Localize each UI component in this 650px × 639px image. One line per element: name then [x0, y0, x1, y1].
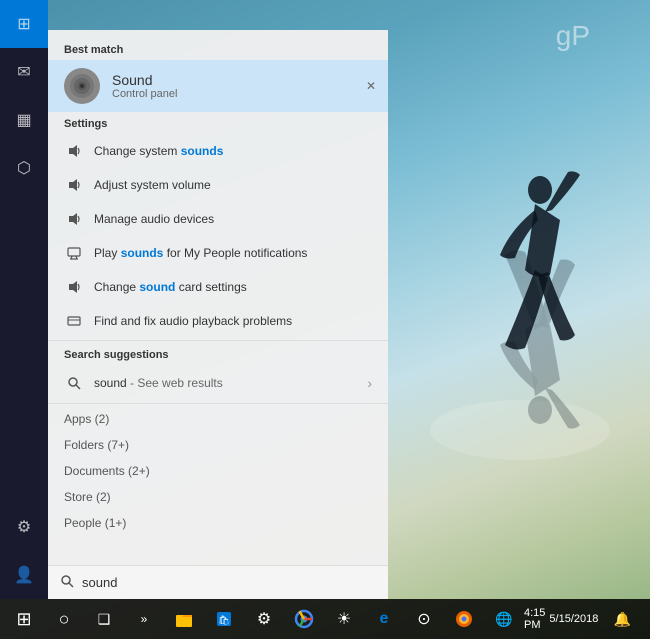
sidebar-settings[interactable]: ⚙ [0, 503, 48, 551]
taskbar-store[interactable]: 🛍 [204, 599, 244, 639]
menu-content: Best match Sound Control panel ✕ [48, 30, 388, 599]
category-people[interactable]: People (1+) [48, 510, 388, 536]
notification-button[interactable]: 🔔 [602, 599, 642, 639]
system-tray-date: 5/15/2018 [549, 613, 598, 625]
best-match-subtitle: Control panel [112, 88, 177, 100]
item-text-5: Change sound card settings [94, 280, 372, 294]
taskbar-media[interactable]: ⊙ [404, 599, 444, 639]
monitor-icon [64, 243, 84, 263]
category-store[interactable]: Store (2) [48, 484, 388, 510]
taskbar: ⊞ ○ ❑ » 🛍 ⚙ ☀ e ⊙ [0, 599, 650, 639]
taskbar-edge[interactable]: e [364, 599, 404, 639]
speaker-icon-2 [64, 175, 84, 195]
search-suggestions-header: Search suggestions [48, 343, 388, 365]
search-icon [60, 574, 74, 591]
category-folders[interactable]: Folders (7+) [48, 432, 388, 458]
runner-silhouette [420, 80, 620, 530]
taskbar-separator: » [124, 599, 164, 639]
menu-item-volume[interactable]: Adjust system volume [48, 168, 388, 202]
speaker-icon-4 [64, 277, 84, 297]
item-text-3: Manage audio devices [94, 212, 372, 226]
menu-item-sound-card[interactable]: Change sound card settings [48, 270, 388, 304]
search-box [48, 565, 388, 599]
suggestion-web: - See web results [127, 376, 223, 390]
sidebar-people[interactable]: 👤 [0, 551, 48, 599]
item-text-2: Adjust system volume [94, 178, 372, 192]
taskbar-firefox[interactable] [444, 599, 484, 639]
system-tray-time: 4:15 PM [524, 607, 545, 631]
taskbar-brightness[interactable]: ☀ [324, 599, 364, 639]
menu-scroll[interactable]: Best match Sound Control panel ✕ [48, 30, 388, 565]
taskbar-network[interactable]: 🌐 [484, 599, 524, 639]
watermark: gP [556, 20, 590, 52]
sidebar: ⊞ ✉ ▦ ⬡ ⚙ 👤 [0, 0, 48, 599]
speaker-icon-1 [64, 141, 84, 161]
taskbar-chrome[interactable] [284, 599, 324, 639]
divider-2 [48, 403, 388, 404]
menu-item-audio-devices[interactable]: Manage audio devices [48, 202, 388, 236]
category-apps[interactable]: Apps (2) [48, 406, 388, 432]
suggestion-arrow-icon: › [367, 375, 372, 391]
speaker-icon-3 [64, 209, 84, 229]
search-icon-sm [64, 373, 84, 393]
sidebar-calendar[interactable]: ▦ [0, 96, 48, 144]
item-text-4: Play sounds for My People notifications [94, 246, 372, 260]
menu-item-change-sounds[interactable]: Change system sounds [48, 134, 388, 168]
suggestion-query: sound [94, 376, 127, 390]
sidebar-start[interactable]: ⊞ [0, 0, 48, 48]
sound-icon-large [64, 68, 100, 104]
best-match-item[interactable]: Sound Control panel ✕ [48, 60, 388, 112]
item-text-1: Change system sounds [94, 144, 372, 158]
menu-item-fix-audio[interactable]: Find and fix audio playback problems [48, 304, 388, 338]
best-match-header: Best match [48, 38, 388, 60]
sidebar-store[interactable]: ⬡ [0, 144, 48, 192]
suggestion-text: sound - See web results [94, 376, 367, 390]
suggestion-item[interactable]: sound - See web results › [48, 365, 388, 401]
settings-header: Settings [48, 112, 388, 134]
menu-item-my-people[interactable]: Play sounds for My People notifications [48, 236, 388, 270]
taskbar-settings[interactable]: ⚙ [244, 599, 284, 639]
search-input[interactable] [82, 575, 376, 590]
taskbar-taskview[interactable]: ❑ [84, 599, 124, 639]
taskbar-start[interactable]: ⊞ [4, 599, 44, 639]
wrench-icon [64, 311, 84, 331]
divider-1 [48, 340, 388, 341]
taskbar-explorer[interactable] [164, 599, 204, 639]
best-match-title: Sound [112, 72, 177, 88]
sidebar-mail[interactable]: ✉ [0, 48, 48, 96]
best-match-text: Sound Control panel [112, 72, 177, 100]
category-documents[interactable]: Documents (2+) [48, 458, 388, 484]
item-text-6: Find and fix audio playback problems [94, 314, 372, 328]
taskbar-search[interactable]: ○ [44, 599, 84, 639]
start-menu: Best match Sound Control panel ✕ [48, 30, 388, 599]
svg-text:🛍: 🛍 [218, 615, 229, 625]
close-button[interactable]: ✕ [366, 79, 376, 93]
